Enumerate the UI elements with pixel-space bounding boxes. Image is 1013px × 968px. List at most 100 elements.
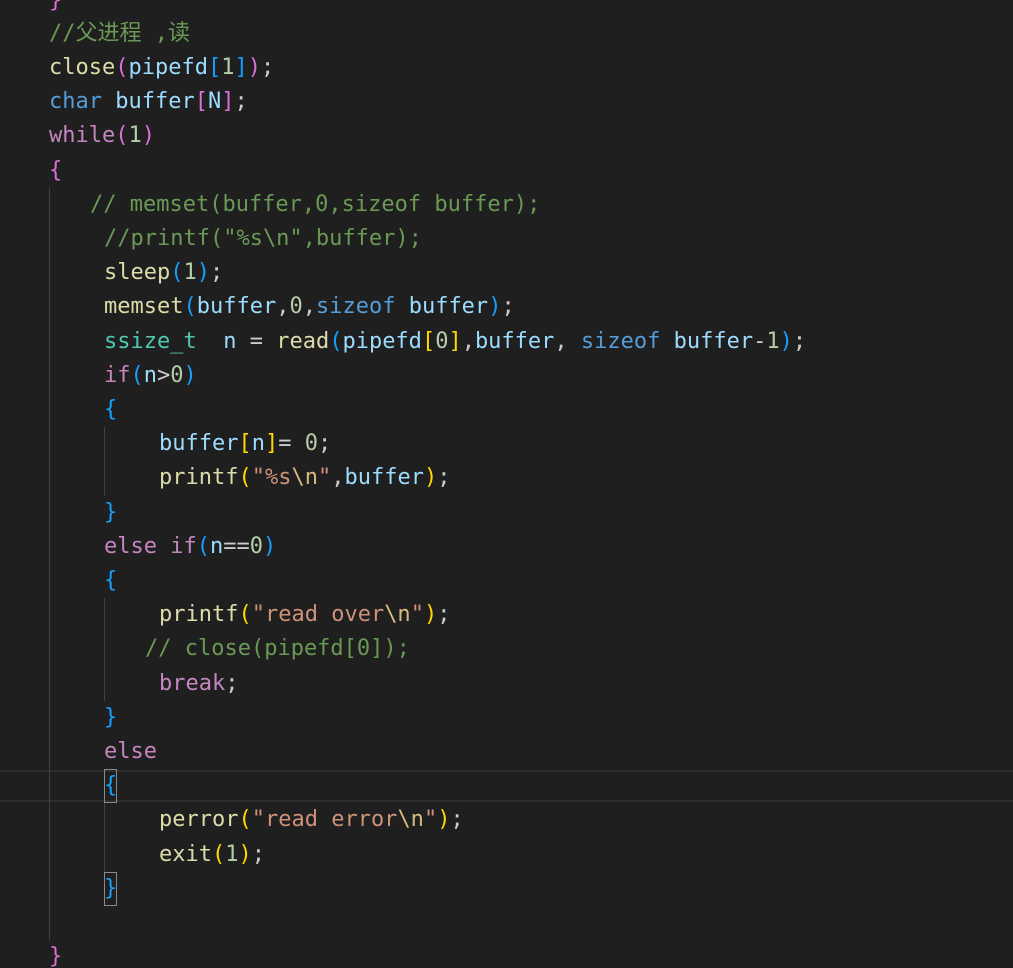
code-token: break <box>159 671 226 696</box>
code-token: ] <box>264 431 279 456</box>
code-token: = <box>278 431 305 456</box>
code-line[interactable]: else <box>104 735 157 769</box>
code-line[interactable]: while(1) <box>49 119 155 153</box>
code-line[interactable]: if(n>0) <box>104 359 197 393</box>
code-line[interactable]: //父进程 ,读 <box>49 17 190 51</box>
code-token: buffer <box>344 465 424 490</box>
code-token: buffer <box>474 329 555 354</box>
code-token: , <box>331 465 345 490</box>
code-token: ) <box>238 842 252 867</box>
code-token: ; <box>792 329 807 354</box>
current-line-highlight <box>0 770 1013 802</box>
code-line[interactable]: memset(buffer,0,sizeof buffer); <box>104 290 515 324</box>
code-line[interactable]: //printf("%s\n",buffer); <box>104 222 422 256</box>
code-token: if <box>104 363 131 388</box>
code-line[interactable]: { <box>49 154 62 188</box>
code-token: \n <box>397 807 424 832</box>
code-line[interactable]: printf("%s\n",buffer); <box>159 461 450 495</box>
code-token: 0 <box>170 363 184 388</box>
code-token: buffer <box>408 294 489 319</box>
code-token: 0 <box>249 534 263 559</box>
code-line[interactable]: sleep(1); <box>104 256 223 290</box>
code-line[interactable]: printf("read over\n"); <box>159 598 450 632</box>
code-token: ] <box>221 89 235 114</box>
code-token: } <box>104 872 118 906</box>
code-token: ; <box>437 465 451 490</box>
code-token: ) <box>423 465 438 490</box>
code-token: == <box>223 534 250 559</box>
code-token: pipefd <box>342 329 422 354</box>
code-token: n <box>209 534 224 559</box>
code-token: { <box>104 568 118 593</box>
code-token: //父进程 ,读 <box>49 21 190 46</box>
code-line[interactable]: } <box>104 872 118 906</box>
code-line[interactable]: close(pipefd[1]); <box>49 51 274 85</box>
code-token: printf <box>159 465 239 490</box>
code-token: buffer <box>159 431 239 456</box>
code-token: = <box>236 329 277 354</box>
code-token: 1 <box>128 123 142 148</box>
code-token: { <box>49 158 63 183</box>
code-line[interactable]: { <box>104 769 118 803</box>
code-token: , <box>276 294 290 319</box>
code-token: } <box>104 705 118 730</box>
code-token: [ <box>238 431 252 456</box>
indent-guide-else-block <box>104 803 105 872</box>
code-token: 1 <box>221 55 235 80</box>
code-token: "%s <box>251 465 292 490</box>
code-token: , <box>554 329 581 354</box>
code-token: ) <box>247 55 261 80</box>
code-line[interactable]: break; <box>159 667 238 701</box>
code-token: " <box>410 602 424 627</box>
code-line[interactable]: { <box>104 564 117 598</box>
indent-guide-else-if-block <box>104 598 105 701</box>
code-token: { <box>104 769 118 803</box>
code-token: N <box>207 89 222 114</box>
code-token: char <box>49 89 102 114</box>
code-token: ( <box>238 465 252 490</box>
code-line[interactable]: perror("read error\n"); <box>159 803 464 837</box>
indent-guide-if-block <box>104 427 105 496</box>
code-line[interactable]: char buffer[N]; <box>49 85 248 119</box>
code-token: ] <box>234 55 248 80</box>
code-token: \n <box>291 465 318 490</box>
code-line[interactable]: exit(1); <box>159 838 265 872</box>
code-token: , <box>302 294 316 319</box>
code-token: n <box>143 363 157 388</box>
code-line[interactable]: } <box>49 940 62 968</box>
code-line[interactable]: } <box>49 0 62 18</box>
code-token: > <box>157 363 171 388</box>
code-line[interactable]: ssize_t n = read(pipefd[0],buffer, sizeo… <box>104 325 806 359</box>
code-line[interactable]: else if(n==0) <box>104 530 276 564</box>
code-token: - <box>753 329 767 354</box>
code-token: sizeof <box>315 294 396 319</box>
code-token: " <box>317 465 332 490</box>
code-line[interactable]: } <box>104 496 117 530</box>
code-line[interactable]: { <box>104 393 117 427</box>
code-token: ; <box>437 602 451 627</box>
code-line[interactable]: } <box>104 701 117 735</box>
code-editor[interactable]: }//父进程 ,读 close(pipefd[1]); char buffer[N]… <box>0 0 1013 968</box>
code-line[interactable]: // close(pipefd[0]); <box>145 632 410 666</box>
code-token: sizeof <box>580 329 661 354</box>
code-token: buffer <box>196 294 277 319</box>
code-token: ( <box>238 602 252 627</box>
code-token: "read over <box>251 602 385 627</box>
code-line[interactable]: buffer[n]= 0; <box>159 427 331 461</box>
code-token: read <box>276 329 330 354</box>
code-token: 0 <box>289 294 303 319</box>
code-token: ; <box>450 807 464 832</box>
code-line[interactable]: // memset(buffer,0,sizeof buffer); <box>90 188 540 222</box>
code-token: ( <box>130 363 144 388</box>
code-token: n <box>223 329 237 354</box>
code-token: 1 <box>183 260 197 285</box>
code-token: ] <box>448 329 462 354</box>
code-token: ( <box>170 260 184 285</box>
code-token: ) <box>488 294 502 319</box>
code-token: perror <box>159 807 239 832</box>
code-token: n <box>251 431 265 456</box>
